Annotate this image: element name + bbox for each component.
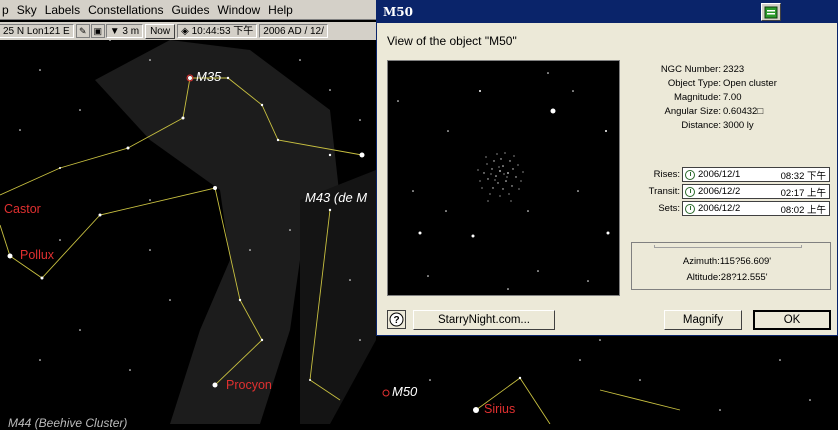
now-button[interactable]: Now — [145, 23, 176, 39]
object-info-dialog: M50 View of the object "M50" NGC Number:… — [376, 0, 838, 336]
magnitude-value: 7.00 — [723, 92, 742, 103]
ngc-row: NGC Number: 2323 — [635, 64, 744, 75]
label-procyon[interactable]: Procyon — [226, 378, 272, 392]
lock-icon[interactable]: ▣ — [90, 24, 105, 38]
object-preview-image — [387, 60, 620, 296]
menu-item-sky[interactable]: Sky — [13, 3, 41, 17]
rises-row: Rises: 2006/12/1 08:32 下午 — [633, 167, 830, 182]
magnitude-label: Magnitude: — [673, 92, 721, 103]
label-pollux[interactable]: Pollux — [20, 248, 54, 262]
type-row: Object Type: Open cluster — [635, 78, 777, 89]
menu-bar: p Sky Labels Constellations Guides Windo… — [0, 0, 376, 20]
position-panel: Azimuth:115?56.609' Altitude:28?12.555' — [631, 242, 831, 290]
panel-notch — [654, 245, 802, 248]
distance-value: 3000 ly — [723, 120, 754, 131]
help-icon[interactable]: ? — [387, 310, 406, 329]
sets-label: Sets: — [658, 203, 680, 214]
type-value: Open cluster — [723, 78, 777, 89]
clock-icon: ◈ — [181, 26, 189, 37]
print-icon[interactable] — [761, 3, 781, 21]
sets-date: 2006/12/2 — [698, 203, 741, 214]
starrynight-website-button[interactable]: StarryNight.com... — [413, 310, 555, 330]
label-m44[interactable]: M44 (Beehive Cluster) — [8, 416, 127, 430]
transit-label: Transit: — [648, 186, 680, 197]
angular-size-row: Angular Size: 0.60432□ — [635, 106, 763, 117]
type-label: Object Type: — [667, 78, 721, 89]
magnitude-row: Magnitude: 7.00 — [635, 92, 742, 103]
label-sirius[interactable]: Sirius — [484, 402, 515, 416]
label-m50[interactable]: M50 — [392, 384, 417, 399]
svg-text:?: ? — [393, 315, 399, 326]
time-display[interactable]: ◈ 10:44:53 下午 — [177, 24, 258, 38]
time-step-selector[interactable]: ▼ 3 m — [105, 24, 144, 38]
sets-row: Sets: 2006/12/2 08:02 上午 — [633, 201, 830, 216]
distance-label: Distance: — [681, 120, 721, 131]
time-step-value: 3 m — [122, 26, 140, 37]
angular-size-label: Angular Size: — [664, 106, 721, 117]
toolbar: 25 N Lon121 E ✎ ▣ ▼ 3 m Now ◈ 10:44:53 下… — [0, 22, 376, 40]
distance-row: Distance: 3000 ly — [635, 120, 754, 131]
label-castor[interactable]: Castor — [4, 202, 41, 216]
menu-item-guides[interactable]: Guides — [167, 3, 213, 17]
transit-row: Transit: 2006/12/2 02:17 上午 — [633, 184, 830, 199]
ngc-value: 2323 — [723, 64, 745, 75]
menu-item-labels[interactable]: Labels — [41, 3, 84, 17]
sets-field[interactable]: 2006/12/2 08:02 上午 — [682, 201, 830, 216]
angular-size-value: 0.60432□ — [723, 106, 764, 117]
rises-time: 08:32 下午 — [780, 170, 826, 182]
location-display[interactable]: 25 N Lon121 E — [0, 24, 74, 38]
menu-item-window[interactable]: Window — [213, 3, 264, 17]
clock-icon — [685, 169, 695, 180]
time-value: 10:44:53 下午 — [191, 26, 254, 37]
transit-time: 02:17 上午 — [780, 187, 826, 199]
label-m43[interactable]: M43 (de M — [305, 190, 367, 205]
ok-button[interactable]: OK — [753, 310, 831, 330]
transit-date: 2006/12/2 — [698, 186, 741, 197]
azimuth-value: Azimuth:115?56.609' — [682, 256, 772, 267]
label-m35[interactable]: M35 — [196, 69, 221, 84]
pencil-icon[interactable]: ✎ — [75, 24, 90, 38]
dialog-heading: View of the object "M50" — [387, 34, 517, 48]
menu-item-constellations[interactable]: Constellations — [84, 3, 167, 17]
rises-field[interactable]: 2006/12/1 08:32 下午 — [682, 167, 830, 182]
ngc-label: NGC Number: — [660, 64, 721, 75]
step-arrow-icon: ▼ — [109, 26, 120, 37]
clock-icon — [685, 186, 695, 197]
menu-item-help[interactable]: Help — [264, 3, 297, 17]
magnify-button[interactable]: Magnify — [664, 310, 742, 330]
altitude-value: Altitude:28?12.555' — [686, 272, 768, 283]
date-display[interactable]: 2006 AD / 12/ — [259, 24, 328, 38]
sets-time: 08:02 上午 — [780, 204, 826, 216]
rises-label: Rises: — [653, 169, 680, 180]
transit-field[interactable]: 2006/12/2 02:17 上午 — [682, 184, 830, 199]
menu-item-partial[interactable]: p — [2, 3, 13, 17]
clock-icon — [685, 203, 695, 214]
rises-date: 2006/12/1 — [698, 169, 741, 180]
